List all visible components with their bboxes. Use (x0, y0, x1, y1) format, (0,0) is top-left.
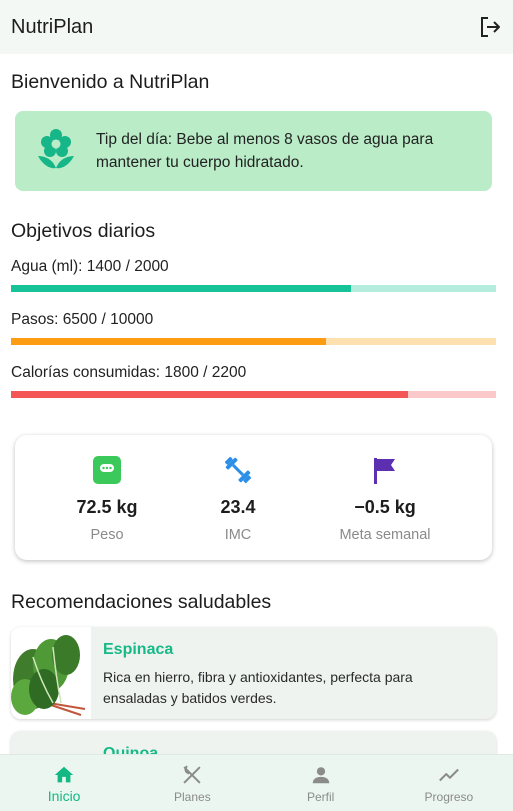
stat-bmi-value: 23.4 (220, 497, 256, 517)
recommendation-description: Rica en hierro, fibra y antioxidantes, p… (103, 669, 413, 706)
nav-label-progreso: Progreso (424, 790, 474, 804)
nav-label-perfil: Perfil (306, 790, 335, 804)
utensils-icon (180, 763, 204, 787)
tip-card: Tip del día: Bebe al menos 8 vasos de ag… (15, 111, 492, 191)
progress-bar-calories (11, 391, 496, 398)
stat-weekly-goal-label: Meta semanal (339, 527, 431, 543)
goal-label-calories: Calorías consumidas: 1800 / 2200 (11, 364, 247, 381)
bottom-navigation: Inicio Planes Perfil Progreso (0, 754, 513, 811)
stats-card: 72.5 kg Peso 23.4 IMC −0.5 kg Meta seman… (15, 435, 492, 560)
nav-item-progreso[interactable]: Progreso (385, 755, 513, 811)
tip-text: Tip del día: Bebe al menos 8 vasos de ag… (96, 131, 434, 171)
home-icon (52, 763, 76, 787)
nav-label-planes: Planes (174, 790, 211, 804)
nav-label-inicio: Inicio (47, 788, 81, 804)
goal-label-steps: Pasos: 6500 / 10000 (11, 311, 154, 328)
stat-weight-value: 72.5 kg (76, 497, 138, 517)
recommendation-card[interactable]: Quinoa (11, 731, 496, 754)
logout-icon[interactable] (478, 15, 502, 39)
recommendation-card[interactable]: Espinaca Rica en hierro, fibra y antioxi… (11, 627, 496, 719)
goal-label-water: Agua (ml): 1400 / 2000 (11, 258, 169, 275)
dumbbell-icon (222, 454, 254, 486)
flower-icon (36, 129, 76, 173)
stat-bmi-label: IMC (224, 527, 252, 543)
home-content[interactable]: Bienvenido a NutriPlan Tip del día: Bebe… (0, 54, 513, 754)
progress-bar-water (11, 285, 496, 292)
spinach-image (11, 627, 91, 719)
trending-icon (437, 763, 461, 787)
recommendation-name: Espinaca (103, 641, 174, 658)
welcome-title: Bienvenido a NutriPlan (11, 71, 210, 93)
recommendations-title: Recomendaciones saludables (11, 591, 272, 613)
nav-item-perfil[interactable]: Perfil (257, 755, 385, 811)
stat-weekly-goal-value: −0.5 kg (354, 497, 416, 517)
flag-icon (369, 454, 401, 486)
stat-weight-label: Peso (90, 527, 124, 543)
scale-icon (91, 454, 123, 486)
person-icon (309, 763, 333, 787)
nav-item-planes[interactable]: Planes (128, 755, 256, 811)
recommendation-name: Quinoa (103, 745, 159, 754)
nav-item-inicio[interactable]: Inicio (0, 755, 128, 811)
app-bar: NutriPlan (0, 0, 513, 54)
app-title: NutriPlan (11, 15, 94, 38)
progress-bar-steps (11, 338, 496, 345)
daily-goals-title: Objetivos diarios (11, 220, 156, 242)
